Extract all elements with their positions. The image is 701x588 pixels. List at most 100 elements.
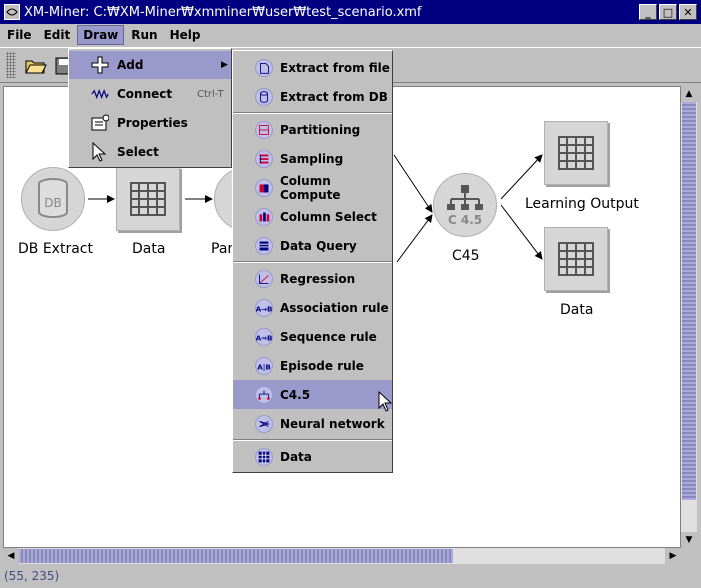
data-grid-icon xyxy=(255,447,273,466)
db-extract-node[interactable]: DB xyxy=(21,167,85,231)
horizontal-scroll-thumb[interactable] xyxy=(19,549,453,563)
svg-text:DB: DB xyxy=(44,196,61,210)
title-bar: XM-Miner: C:₩XM-Miner₩xmminer₩user₩test_… xyxy=(0,0,701,24)
data-grid-icon xyxy=(558,136,594,170)
learning-output-node[interactable] xyxy=(544,121,608,185)
scroll-up-icon[interactable]: ▲ xyxy=(681,86,697,102)
menu-draw[interactable]: Draw xyxy=(77,25,125,45)
minimize-button[interactable]: _ xyxy=(639,4,657,20)
menu-edit[interactable]: Edit xyxy=(39,26,76,44)
submenu-item-data[interactable]: Data xyxy=(233,442,392,471)
submenu-item-column-select[interactable]: Column Select xyxy=(233,202,392,231)
submenu-item-label: Extract from file xyxy=(280,60,390,75)
submenu-item-label: Episode rule xyxy=(280,358,364,373)
c45-node[interactable]: C 4.5 xyxy=(433,173,497,237)
regression-icon xyxy=(255,269,273,288)
svg-text:A⇒B: A⇒B xyxy=(256,333,272,342)
extract-file-icon xyxy=(255,58,273,77)
menu-item-properties[interactable]: Properties xyxy=(69,109,231,137)
data-node[interactable] xyxy=(116,167,180,231)
menu-item-select[interactable]: Select xyxy=(69,138,231,166)
menu-file[interactable]: File xyxy=(2,26,37,44)
db-extract-label: DB Extract xyxy=(18,241,93,257)
c45-icon xyxy=(255,385,273,404)
submenu-item-extract-from-file[interactable]: Extract from file xyxy=(233,53,392,82)
data-output-label: Data xyxy=(560,302,594,318)
submenu-item-label: Column Select xyxy=(280,209,377,224)
submenu-item-label: C4.5 xyxy=(280,387,311,402)
vertical-scroll-thumb[interactable] xyxy=(682,102,696,500)
episode-icon: A|B xyxy=(255,356,273,375)
mouse-cursor-icon xyxy=(378,391,392,412)
submenu-item-label: Sampling xyxy=(280,151,344,166)
submenu-item-label: Data Query xyxy=(280,238,357,253)
menu-item-add[interactable]: Add ▶ xyxy=(69,51,231,79)
svg-text:A|B: A|B xyxy=(257,362,271,372)
submenu-item-partitioning[interactable]: Partitioning xyxy=(233,115,392,144)
svg-text:A→B: A→B xyxy=(256,304,272,313)
data-grid-icon xyxy=(558,242,594,276)
submenu-item-sampling[interactable]: Sampling xyxy=(233,144,392,173)
properties-icon xyxy=(91,114,109,132)
submenu-item-c4-5[interactable]: C4.5 xyxy=(233,380,392,409)
submenu-item-neural-network[interactable]: Neural network xyxy=(233,409,392,438)
submenu-item-label: Regression xyxy=(280,271,356,286)
extract-db-icon xyxy=(255,87,273,106)
app-icon[interactable] xyxy=(4,4,20,20)
vertical-scrollbar[interactable]: ▲ ▼ xyxy=(681,86,697,548)
association-icon: A→B xyxy=(255,298,273,317)
submenu-item-label: Sequence rule xyxy=(280,329,377,344)
draw-menu: Add ▶ Connect Ctrl-T Properties Select xyxy=(68,48,232,168)
close-button[interactable]: ✕ xyxy=(679,4,697,20)
horizontal-scrollbar[interactable]: ◀ ▶ xyxy=(3,548,681,564)
scroll-down-icon[interactable]: ▼ xyxy=(681,532,697,548)
submenu-item-label: Partitioning xyxy=(280,122,361,137)
submenu-item-label: Column Compute xyxy=(280,173,341,202)
add-submenu: Extract from file Extract from DB Partitio… xyxy=(232,50,393,473)
submenu-item-regression[interactable]: Regression xyxy=(233,264,392,293)
scroll-left-icon[interactable]: ◀ xyxy=(3,548,19,564)
submenu-item-extract-from-db[interactable]: Extract from DB xyxy=(233,82,392,111)
select-cursor-icon xyxy=(91,142,109,162)
cursor-coordinates: (55, 235) xyxy=(4,569,60,583)
connect-shortcut: Ctrl-T xyxy=(197,88,224,100)
submenu-item-sequence-rule[interactable]: A⇒B Sequence rule xyxy=(233,322,392,351)
submenu-item-label: Extract from DB xyxy=(280,89,388,104)
maximize-button[interactable]: □ xyxy=(659,4,677,20)
connect-icon xyxy=(91,85,109,103)
partitioning-icon xyxy=(255,120,273,139)
scroll-right-icon[interactable]: ▶ xyxy=(665,548,681,564)
submenu-item-label: Neural network xyxy=(280,416,385,431)
menu-separator xyxy=(233,261,392,263)
toolbar-grip[interactable] xyxy=(6,52,16,78)
menu-item-connect[interactable]: Connect Ctrl-T xyxy=(69,80,231,108)
submenu-arrow-icon: ▶ xyxy=(221,60,228,70)
submenu-item-episode-rule[interactable]: A|B Episode rule xyxy=(233,351,392,380)
menu-run[interactable]: Run xyxy=(126,26,162,44)
submenu-item-data-query[interactable]: Data Query xyxy=(233,231,392,260)
data-output-node[interactable] xyxy=(544,227,608,291)
menu-bar: File Edit Draw Run Help xyxy=(0,24,701,46)
learning-output-label: Learning Output xyxy=(525,196,639,212)
data-node-label: Data xyxy=(132,241,166,257)
decision-tree-icon: C 4.5 xyxy=(447,185,483,227)
submenu-item-association-rule[interactable]: A→B Association rule xyxy=(233,293,392,322)
submenu-item-label: Association rule xyxy=(280,300,389,315)
c45-node-label: C45 xyxy=(452,248,480,264)
svg-text:C 4.5: C 4.5 xyxy=(448,213,482,227)
partitioning-node-label: Par xyxy=(211,241,234,257)
database-icon: DB xyxy=(38,178,68,218)
submenu-item-column-compute[interactable]: Column Compute xyxy=(233,173,392,202)
sampling-icon xyxy=(255,149,273,168)
menu-help[interactable]: Help xyxy=(165,26,206,44)
data-query-icon xyxy=(255,236,273,255)
submenu-item-label: Data xyxy=(280,449,312,464)
column-select-icon xyxy=(255,207,273,226)
sequence-icon: A⇒B xyxy=(255,327,273,346)
menu-separator xyxy=(233,439,392,441)
status-bar: (55, 235) xyxy=(0,566,701,588)
data-grid-icon xyxy=(130,182,166,216)
open-folder-icon[interactable] xyxy=(22,53,50,79)
column-compute-icon xyxy=(255,178,273,197)
window-title: XM-Miner: C:₩XM-Miner₩xmminer₩user₩test_… xyxy=(24,4,422,20)
